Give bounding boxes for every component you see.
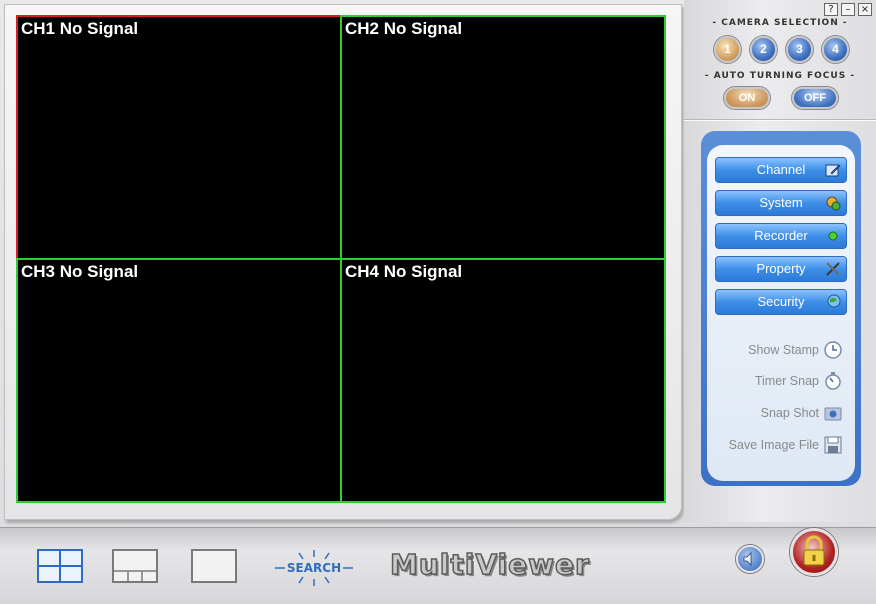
- channel-1-label: CH1 No Signal: [21, 19, 139, 38]
- property-menu-label: Property: [756, 261, 806, 276]
- speaker-icon: [743, 552, 752, 566]
- auto-focus-title: - AUTO TURNING FOCUS -: [704, 71, 856, 81]
- multiviewer-logo: MultiViewer: [389, 547, 590, 582]
- show-stamp-tool[interactable]: Show Stamp: [748, 339, 843, 361]
- timer-snap-tool[interactable]: Timer Snap: [755, 370, 843, 392]
- minimize-button[interactable]: –: [841, 3, 855, 16]
- recorder-menu-label: Recorder: [754, 228, 808, 243]
- channel-4-label: CH4 No Signal: [345, 262, 463, 281]
- tools-icon: [826, 262, 840, 276]
- record-icon: [828, 231, 838, 241]
- camera-selection-title: - CAMERA SELECTION -: [712, 18, 848, 28]
- channel-menu-label: Channel: [756, 162, 806, 177]
- recorder-menu-button[interactable]: Recorder: [715, 223, 847, 249]
- system-menu-button[interactable]: System: [715, 190, 847, 216]
- focus-on-button[interactable]: ON: [724, 87, 770, 109]
- timer-snap-label: Timer Snap: [754, 374, 819, 388]
- menu-panel: Channel System Recorder Property Securit…: [701, 131, 861, 486]
- channel-3-view[interactable]: CH3 No Signal: [16, 258, 342, 503]
- stopwatch-icon: [825, 372, 841, 390]
- property-menu-button[interactable]: Property: [715, 256, 847, 282]
- help-button[interactable]: ?: [824, 3, 838, 16]
- gear-icon: [826, 196, 841, 211]
- search-label: SEARCH: [286, 561, 342, 575]
- show-stamp-label: Show Stamp: [748, 343, 819, 357]
- menu-inner: Channel System Recorder Property Securit…: [707, 145, 855, 481]
- camera-4-button[interactable]: 4: [822, 36, 849, 63]
- system-menu-label: System: [759, 195, 803, 210]
- channel-3-label: CH3 No Signal: [21, 262, 139, 281]
- focus-off-button[interactable]: OFF: [792, 87, 838, 109]
- channel-menu-button[interactable]: Channel: [715, 157, 847, 183]
- multi-layout-icon[interactable]: [112, 549, 158, 583]
- channel-2-label: CH2 No Signal: [345, 19, 463, 38]
- lock-icon: [803, 535, 825, 566]
- single-layout-icon[interactable]: [191, 549, 237, 583]
- auto-focus-group: ON OFF: [724, 87, 838, 109]
- save-image-file-label: Save Image File: [728, 438, 819, 452]
- snap-shot-label: Snap Shot: [760, 406, 819, 420]
- channel-2-view[interactable]: CH2 No Signal: [340, 15, 666, 260]
- camera-2-button[interactable]: 2: [750, 36, 777, 63]
- close-button[interactable]: ×: [858, 3, 872, 16]
- floppy-disk-icon: [824, 436, 842, 454]
- security-menu-button[interactable]: Security: [715, 289, 847, 315]
- camera-icon: [824, 407, 842, 421]
- quad-layout-icon[interactable]: [37, 549, 83, 583]
- speaker-button[interactable]: [736, 545, 764, 573]
- divider: [684, 119, 876, 121]
- channel-1-view[interactable]: CH1 No Signal: [16, 15, 342, 260]
- globe-icon: [827, 294, 841, 308]
- camera-1-button[interactable]: 1: [714, 36, 741, 63]
- lock-button[interactable]: [790, 528, 838, 576]
- save-image-file-tool[interactable]: Save Image File: [729, 434, 843, 456]
- search-button[interactable]: SEARCH: [273, 548, 355, 588]
- channel-4-view[interactable]: CH4 No Signal: [340, 258, 666, 503]
- camera-3-button[interactable]: 3: [786, 36, 813, 63]
- snap-shot-tool[interactable]: Snap Shot: [761, 402, 843, 424]
- pencil-icon: [825, 164, 841, 177]
- clock-icon: [824, 341, 842, 359]
- camera-selection-group: 1 2 3 4: [714, 36, 849, 63]
- video-grid: CH1 No Signal CH2 No Signal CH3 No Signa…: [16, 15, 666, 503]
- security-menu-label: Security: [757, 294, 805, 309]
- window-controls: ? – ×: [824, 3, 872, 16]
